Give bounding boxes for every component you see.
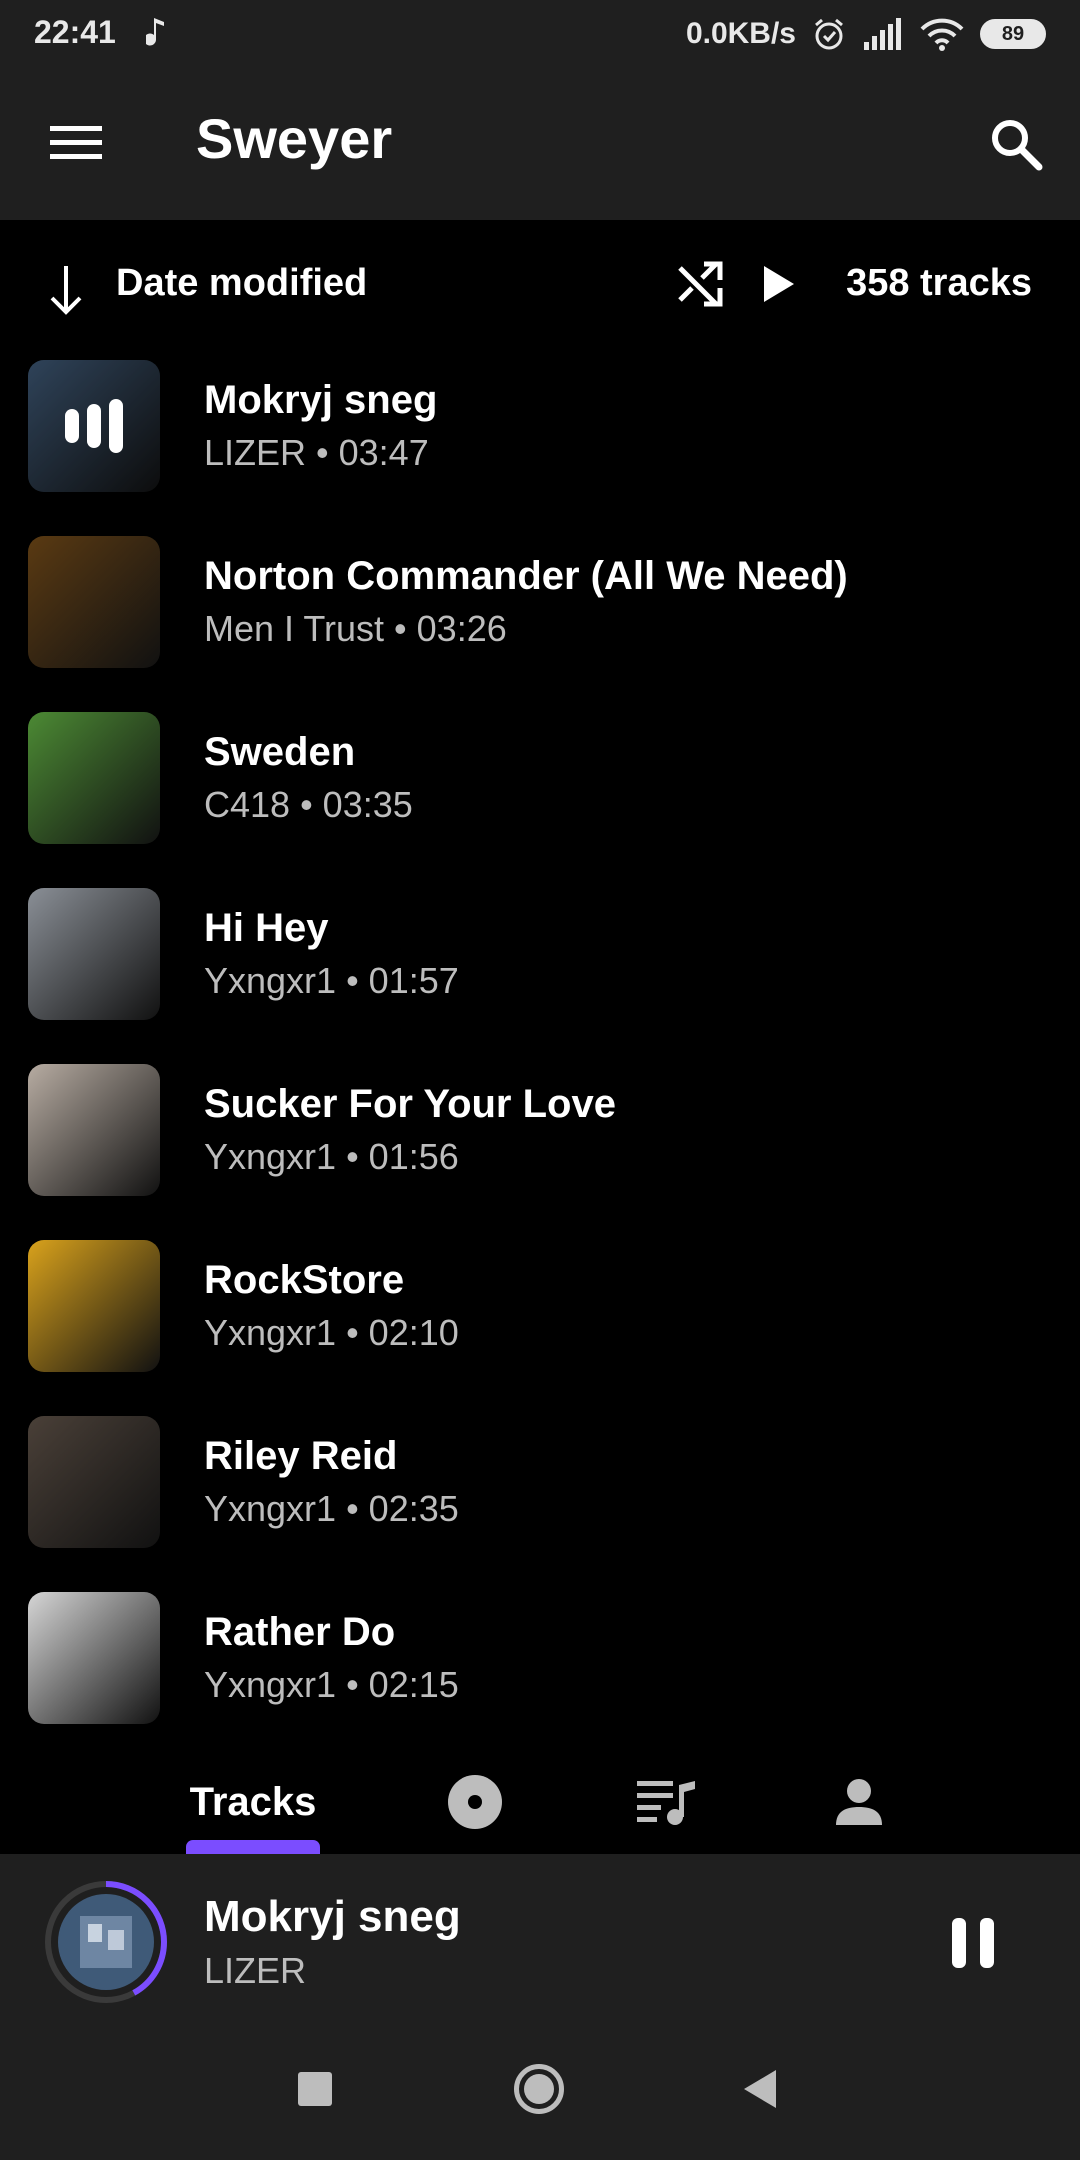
track-row[interactable]: Norton Commander (All We Need) Men I Trus…: [0, 526, 1080, 702]
play-icon[interactable]: [758, 262, 798, 306]
playlist-icon: [637, 1781, 695, 1825]
sort-row: Date modified 358 tracks: [0, 220, 1080, 350]
status-right: 0.0KB/s 89: [686, 12, 1046, 56]
track-title: Mokryj sneg: [204, 378, 438, 422]
track-subtitle: Yxngxr1 • 02:10: [204, 1312, 459, 1353]
track-row[interactable]: Hi Hey Yxngxr1 • 01:57: [0, 878, 1080, 1054]
app-title: Sweyer: [196, 107, 393, 170]
track-title: Rather Do: [204, 1610, 396, 1654]
hamburger-menu-icon[interactable]: [46, 118, 106, 168]
album-icon: [448, 1775, 502, 1829]
track-artwork: [28, 360, 160, 492]
track-subtitle: Yxngxr1 • 01:56: [204, 1136, 459, 1177]
track-row[interactable]: Riley Reid Yxngxr1 • 02:35: [0, 1406, 1080, 1582]
music-note-icon: [146, 18, 164, 46]
tab-tracks-label: Tracks: [189, 1779, 317, 1824]
equalizer-icon: [28, 360, 160, 492]
track-artwork: [28, 1416, 160, 1548]
alarm-icon: [815, 18, 843, 50]
recents-icon[interactable]: [298, 2072, 332, 2106]
shuffle-icon[interactable]: [676, 260, 724, 308]
status-time: 22:41: [34, 14, 116, 50]
wifi-icon: [920, 18, 964, 51]
back-icon[interactable]: [744, 2070, 776, 2108]
now-playing-title: Mokryj sneg: [204, 1892, 461, 1941]
now-playing-artwork[interactable]: [44, 1880, 168, 2004]
track-row[interactable]: RockStore Yxngxr1 • 02:10: [0, 1230, 1080, 1406]
track-artwork: [28, 888, 160, 1020]
search-icon[interactable]: [986, 114, 1046, 174]
track-row[interactable]: Sweden C418 • 03:35: [0, 702, 1080, 878]
track-artwork: [28, 536, 160, 668]
track-artwork: [28, 1592, 160, 1724]
mini-player[interactable]: Mokryj sneg LIZER: [0, 1854, 1080, 2020]
bottom-tabs: Tracks: [0, 1750, 1080, 1854]
battery-icon: 89: [980, 19, 1046, 49]
tab-artists[interactable]: [804, 1750, 914, 1854]
now-playing-artist: LIZER: [204, 1950, 307, 1991]
active-tab-indicator: [186, 1840, 320, 1854]
track-subtitle: Men I Trust • 03:26: [204, 608, 507, 649]
tab-albums[interactable]: [420, 1750, 530, 1854]
track-subtitle: LIZER • 03:47: [204, 432, 429, 473]
network-speed: 0.0KB/s: [685, 17, 796, 50]
track-subtitle: Yxngxr1 • 02:15: [204, 1664, 459, 1705]
track-artwork: [28, 1240, 160, 1372]
battery-level: 89: [1001, 22, 1025, 45]
track-title: Hi Hey: [204, 906, 329, 950]
track-count: 358 tracks: [846, 262, 1032, 304]
tab-playlists[interactable]: [612, 1750, 722, 1854]
tab-tracks[interactable]: Tracks: [160, 1750, 346, 1854]
arrow-down-icon[interactable]: [44, 262, 88, 318]
track-subtitle: Yxngxr1 • 02:35: [204, 1488, 459, 1529]
status-bar: 22:41 0.0KB/s 89: [0, 0, 1080, 70]
track-title: Sucker For Your Love: [204, 1082, 616, 1126]
sort-order-label[interactable]: Date modified: [116, 262, 367, 305]
app-bar: Sweyer: [0, 70, 1080, 220]
track-title: RockStore: [204, 1258, 405, 1302]
track-row[interactable]: Sucker For Your Love Yxngxr1 • 01:56: [0, 1054, 1080, 1230]
track-list: Mokryj sneg LIZER • 03:47 Norton Commander…: [0, 350, 1080, 1758]
artist-icon: [836, 1779, 882, 1825]
track-row[interactable]: Mokryj sneg LIZER • 03:47: [0, 350, 1080, 526]
signal-icon: [864, 18, 901, 50]
home-icon[interactable]: [514, 2064, 564, 2114]
track-artwork: [28, 1064, 160, 1196]
track-subtitle: C418 • 03:35: [204, 784, 413, 825]
track-title: Riley Reid: [204, 1434, 398, 1478]
track-artwork: [28, 712, 160, 844]
track-row[interactable]: Rather Do Yxngxr1 • 02:15: [0, 1582, 1080, 1758]
track-title: Sweden: [204, 730, 356, 774]
track-subtitle: Yxngxr1 • 01:57: [204, 960, 459, 1001]
navigation-bar: [0, 2020, 1080, 2160]
track-title: Norton Commander (All We Need): [204, 554, 848, 598]
pause-icon[interactable]: [952, 1918, 994, 1968]
